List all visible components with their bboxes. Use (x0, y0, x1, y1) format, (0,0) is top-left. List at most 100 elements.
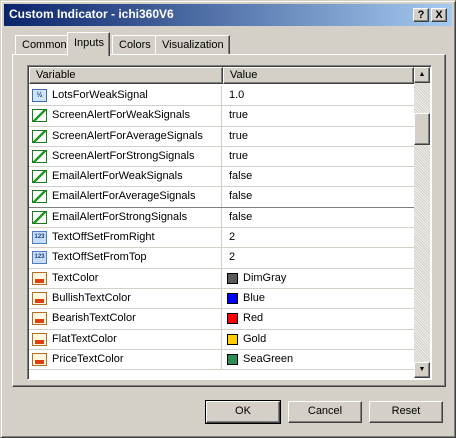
variable-cell: ScreenAlertForStrongSignals (29, 146, 222, 167)
value-cell[interactable]: true (223, 106, 413, 125)
alert-icon (32, 129, 47, 143)
variable-name: EmailAlertForStrongSignals (52, 210, 188, 223)
alert-icon (32, 190, 47, 204)
variable-name: ScreenAlertForWeakSignals (52, 109, 190, 122)
tab-inputs[interactable]: Inputs (67, 32, 110, 56)
color-swatch (227, 292, 238, 304)
number-icon: 123 (32, 231, 47, 245)
color-icon (32, 271, 47, 285)
value-cell[interactable]: 1.0 (223, 86, 413, 105)
variable-value: 1.0 (229, 89, 245, 101)
scroll-up-button[interactable]: ▲ (414, 67, 430, 83)
variable-name: EmailAlertForAverageSignals (52, 190, 196, 203)
color-icon (32, 312, 47, 326)
alert-icon (32, 109, 47, 123)
table-row[interactable]: ScreenAlertForStrongSignals true (29, 146, 414, 168)
table-row[interactable]: FlatTextColor Gold (29, 329, 414, 350)
variable-cell: EmailAlertForStrongSignals (29, 207, 222, 228)
window-title: Custom Indicator - ichi360V6 (9, 7, 174, 21)
variable-cell: 123 TextOffSetFromRight (29, 228, 222, 248)
variable-name: BullishTextColor (52, 291, 131, 304)
color-icon (32, 291, 47, 305)
color-icon (32, 352, 47, 366)
table-row[interactable]: 123 TextOffSetFromTop 2 (29, 248, 414, 269)
variable-value: false (229, 190, 253, 203)
number-icon: 123 (32, 251, 47, 265)
table-row[interactable]: EmailAlertForAverageSignals false (29, 187, 414, 208)
variable-cell: BullishTextColor (29, 288, 222, 309)
variable-value: DimGray (243, 271, 287, 284)
variable-value: true (229, 149, 248, 162)
variable-name: TextOffSetFromTop (52, 251, 147, 264)
variable-cell: ScreenAlertForWeakSignals (29, 106, 222, 126)
variable-value: 2 (229, 231, 236, 244)
variable-value: false (229, 170, 253, 183)
table-row[interactable]: 123 TextOffSetFromRight 2 (29, 228, 414, 249)
value-cell[interactable]: Red (223, 309, 413, 328)
color-swatch (227, 333, 238, 345)
variable-value: Blue (243, 291, 266, 304)
value-cell[interactable]: true (223, 127, 413, 146)
variable-cell: ScreenAlertForAverageSignals (29, 126, 222, 146)
value-cell[interactable]: 2 (223, 248, 413, 267)
color-swatch (227, 313, 238, 325)
value-cell[interactable]: true (223, 147, 413, 166)
tab-colors[interactable]: Colors (112, 35, 157, 55)
table-row[interactable]: TextColor DimGray (29, 268, 414, 289)
variable-value: 2 (229, 251, 236, 264)
list-header: Variable Value (29, 67, 414, 84)
value-cell[interactable]: false (223, 167, 413, 186)
variable-name: TextColor (52, 271, 99, 284)
table-row[interactable]: EmailAlertForWeakSignals false (29, 167, 414, 188)
value-cell[interactable]: 2 (223, 228, 413, 247)
table-row[interactable]: BearishTextColor Red (29, 309, 414, 330)
dialog-window: Custom Indicator - ichi360V6 ? X Common … (0, 0, 456, 438)
variable-name: EmailAlertForWeakSignals (52, 170, 183, 183)
variable-cell: EmailAlertForAverageSignals (29, 187, 222, 207)
table-row[interactable]: ScreenAlertForAverageSignals true (29, 126, 414, 147)
scroll-thumb[interactable] (414, 113, 430, 145)
variable-name: ScreenAlertForStrongSignals (52, 149, 195, 162)
inputs-list: Variable Value ½ LotsForWeakSignal 1.0 Scre… (27, 65, 432, 380)
header-variable[interactable]: Variable (29, 67, 223, 84)
variable-value: SeaGreen (243, 352, 294, 365)
variable-name: ScreenAlertForAverageSignals (52, 129, 203, 142)
table-row[interactable]: ½ LotsForWeakSignal 1.0 (29, 86, 414, 107)
variable-name: BearishTextColor (52, 312, 136, 325)
title-bar[interactable]: Custom Indicator - ichi360V6 ? X (4, 4, 452, 26)
help-button[interactable]: ? (413, 8, 429, 22)
variable-name: LotsForWeakSignal (52, 89, 148, 101)
variable-name: FlatTextColor (52, 332, 117, 345)
table-row[interactable]: PriceTextColor SeaGreen (29, 349, 414, 371)
value-cell[interactable]: Blue (223, 289, 413, 308)
cancel-button[interactable]: Cancel (288, 401, 362, 423)
value-cell[interactable]: DimGray (223, 269, 413, 288)
table-row[interactable]: EmailAlertForStrongSignals false (29, 207, 414, 229)
value-cell[interactable]: SeaGreen (223, 350, 413, 369)
value-cell[interactable]: Gold (223, 330, 413, 349)
variable-name: PriceTextColor (52, 352, 124, 365)
ok-button[interactable]: OK (205, 400, 281, 424)
color-swatch (227, 272, 238, 284)
variable-value: true (229, 109, 248, 122)
alert-icon (32, 210, 47, 224)
variable-cell: 123 TextOffSetFromTop (29, 248, 222, 268)
tab-visualization[interactable]: Visualization (155, 35, 230, 55)
table-row[interactable]: ScreenAlertForWeakSignals true (29, 106, 414, 127)
variable-cell: PriceTextColor (29, 349, 222, 370)
half-icon: ½ (32, 89, 47, 102)
scroll-down-button[interactable]: ▼ (414, 362, 430, 378)
table-row[interactable]: BullishTextColor Blue (29, 288, 414, 310)
value-cell[interactable]: false (223, 187, 413, 206)
vertical-scrollbar[interactable]: ▲ ▼ (414, 67, 430, 378)
close-button[interactable]: X (431, 8, 447, 22)
color-icon (32, 332, 47, 346)
value-cell[interactable]: false (223, 208, 413, 227)
variable-value: Red (243, 312, 264, 325)
alert-icon (32, 170, 47, 184)
color-swatch (227, 353, 238, 365)
header-value[interactable]: Value (223, 67, 414, 84)
reset-button[interactable]: Reset (369, 401, 443, 423)
tab-common[interactable]: Common (15, 35, 73, 55)
variable-cell: BearishTextColor (29, 309, 222, 329)
